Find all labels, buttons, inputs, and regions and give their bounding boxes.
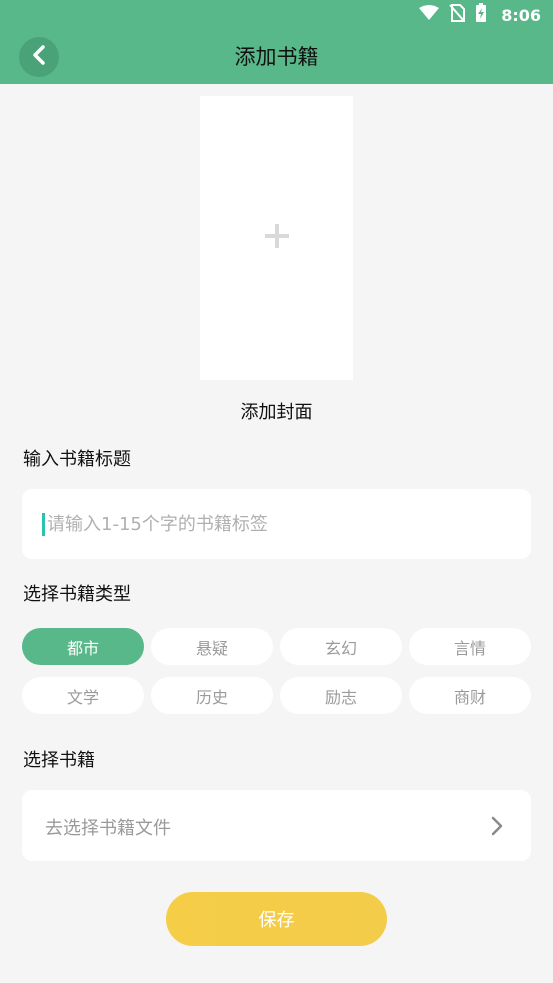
book-title-field[interactable] xyxy=(22,489,531,559)
type-chip-xuanyi[interactable]: 悬疑 xyxy=(151,628,273,665)
type-chip-shangcai[interactable]: 商财 xyxy=(409,677,531,714)
add-cover-label: 添加封面 xyxy=(240,402,313,423)
type-chip-dushi[interactable]: 都市 xyxy=(22,628,144,665)
title-section-label: 输入书籍标题 xyxy=(23,449,131,470)
type-chip-lishi[interactable]: 历史 xyxy=(151,677,273,714)
type-chip-yanqing[interactable]: 言情 xyxy=(409,628,531,665)
battery-charging-icon xyxy=(475,3,487,27)
file-section-label: 选择书籍 xyxy=(23,750,95,771)
add-cover-button[interactable] xyxy=(200,96,353,380)
type-chip-lizhi[interactable]: 励志 xyxy=(280,677,402,714)
app-header: 8:06 添加书籍 xyxy=(0,0,553,84)
type-section-label: 选择书籍类型 xyxy=(23,584,131,605)
no-sim-icon xyxy=(449,4,466,26)
chevron-right-icon xyxy=(491,816,503,840)
status-time: 8:06 xyxy=(501,5,541,25)
save-button[interactable]: 保存 xyxy=(166,892,387,946)
wifi-icon xyxy=(419,5,440,25)
status-bar: 8:06 xyxy=(419,3,541,27)
book-title-input[interactable] xyxy=(42,512,509,536)
page-title: 添加书籍 xyxy=(234,45,319,69)
type-chip-wenxue[interactable]: 文学 xyxy=(22,677,144,714)
select-book-file-button[interactable]: 去选择书籍文件 xyxy=(22,790,531,861)
select-book-file-text: 去选择书籍文件 xyxy=(45,818,171,839)
plus-icon xyxy=(263,222,291,254)
type-chip-xuanhuan[interactable]: 玄幻 xyxy=(280,628,402,665)
